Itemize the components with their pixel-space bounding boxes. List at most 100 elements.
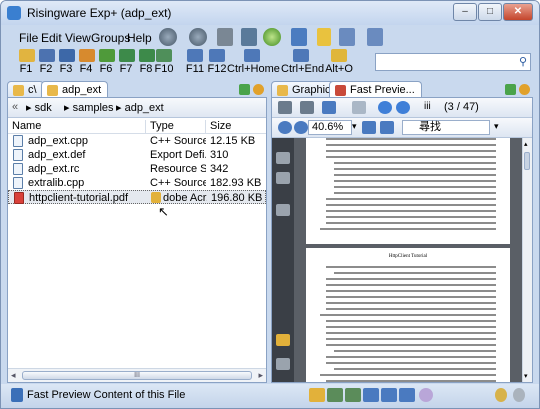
- zoom-dropdown-icon[interactable]: ▾: [352, 121, 357, 132]
- layout-2-icon[interactable]: [345, 388, 361, 402]
- zoom-field[interactable]: 40.6%: [308, 120, 352, 135]
- f7-button[interactable]: F7: [119, 49, 135, 75]
- menu-edit[interactable]: Edit: [41, 31, 62, 45]
- scroll-right-icon[interactable]: ▸: [258, 370, 263, 381]
- fit-width-icon[interactable]: [380, 121, 394, 134]
- back-icon[interactable]: [159, 28, 177, 46]
- tab-menu-icon[interactable]: [253, 84, 264, 95]
- file-size: 182.93 KB: [210, 177, 262, 189]
- menu-help[interactable]: Help: [127, 31, 152, 45]
- f10-button[interactable]: F10: [153, 49, 175, 75]
- scroll-up-icon[interactable]: ▴: [524, 140, 528, 148]
- add-tab-icon[interactable]: [505, 84, 516, 95]
- f12-button[interactable]: F12: [207, 49, 227, 75]
- panel-icon: [209, 49, 225, 62]
- bulb-status-icon[interactable]: [419, 388, 433, 402]
- layout-4-icon[interactable]: [381, 388, 397, 402]
- zoom-in-icon[interactable]: [294, 121, 308, 134]
- user-icon[interactable]: [495, 388, 507, 402]
- tools-icon[interactable]: [276, 204, 290, 216]
- forward-icon[interactable]: [189, 28, 207, 46]
- f4-button[interactable]: F4: [79, 49, 95, 75]
- alt-o-button[interactable]: Alt+O: [323, 49, 355, 75]
- new-folder-icon: [119, 49, 135, 62]
- fast-preview-icon[interactable]: [309, 388, 325, 402]
- table-row[interactable]: extralib.cpp C++ Source 182.93 KB: [8, 176, 266, 190]
- minimize-button[interactable]: –: [453, 3, 477, 21]
- pdf-sidebar: [272, 138, 294, 382]
- f2-button[interactable]: F2: [39, 49, 55, 75]
- layout-3-icon[interactable]: [363, 388, 379, 402]
- preview-pane: iii (3 / 47) 40.6% ▾ 尋找 ▾ HttpClient Tut…: [271, 97, 533, 383]
- table-row[interactable]: adp_ext.def Export Defi... 310: [8, 148, 266, 162]
- table-row-selected[interactable]: httpclient-tutorial.pdf dobe Acr... 196.…: [8, 190, 266, 204]
- menu-file[interactable]: File: [19, 31, 38, 45]
- column-name[interactable]: Name: [8, 120, 146, 133]
- attachment-icon[interactable]: [276, 358, 290, 370]
- menu-view[interactable]: View: [65, 31, 91, 45]
- scrollbar-thumb[interactable]: [524, 152, 530, 170]
- search-icon[interactable]: ⚲: [519, 55, 527, 68]
- page-field[interactable]: iii: [424, 101, 431, 112]
- table-row[interactable]: adp_ext.cpp C++ Source 12.15 KB: [8, 134, 266, 148]
- ctrl-home-button[interactable]: Ctrl+Home: [227, 49, 280, 75]
- column-size[interactable]: Size: [206, 120, 266, 133]
- print-icon[interactable]: [278, 101, 292, 114]
- breadcrumb-adp-ext[interactable]: ▸ adp_ext: [116, 101, 164, 114]
- quick-search-input[interactable]: ⚲: [375, 53, 531, 71]
- fit-icon[interactable]: [352, 101, 366, 114]
- ctrl-end-button[interactable]: Ctrl+End: [281, 49, 324, 75]
- pdf-document-view[interactable]: HttpClient Tutorial: [294, 138, 522, 382]
- rename-icon: [39, 49, 55, 62]
- share-icon[interactable]: [322, 101, 336, 114]
- breadcrumb-samples[interactable]: ▸ samples: [64, 101, 114, 114]
- find-dropdown-icon[interactable]: ▾: [494, 121, 499, 132]
- scroll-down-icon[interactable]: ▾: [524, 372, 528, 380]
- maximize-button[interactable]: □: [478, 3, 502, 21]
- layout-1-icon[interactable]: [327, 388, 343, 402]
- bulb-icon[interactable]: [317, 28, 331, 46]
- tab-menu-icon[interactable]: [519, 84, 530, 95]
- help-icon: [19, 49, 35, 62]
- view-options-icon[interactable]: [367, 28, 383, 46]
- pdf-page: HttpClient Tutorial: [306, 248, 510, 382]
- comment-icon[interactable]: [276, 334, 290, 346]
- horizontal-scrollbar[interactable]: ◂ III ▸: [8, 368, 266, 382]
- save-icon[interactable]: [300, 101, 314, 114]
- network-icon[interactable]: [241, 28, 257, 46]
- user-2-icon[interactable]: [513, 388, 525, 402]
- file-type: C++ Source: [150, 135, 206, 147]
- scroll-left-icon[interactable]: ◂: [11, 370, 16, 381]
- f11-button[interactable]: F11: [185, 49, 205, 75]
- breadcrumb-back-icon[interactable]: «: [12, 101, 18, 113]
- zoom-out-icon[interactable]: [278, 121, 292, 134]
- breadcrumb-sdk[interactable]: ▸ sdk: [26, 101, 52, 114]
- status-text: Fast Preview Content of this File: [27, 389, 186, 401]
- file-type: Export Defi...: [150, 149, 206, 161]
- f8-button[interactable]: F8: [139, 49, 155, 75]
- f6-button[interactable]: F6: [99, 49, 115, 75]
- vertical-scrollbar[interactable]: ▴ ▾: [522, 138, 532, 382]
- file-size: 310: [210, 149, 229, 161]
- bookmarks-icon[interactable]: [276, 172, 290, 184]
- copy-icon[interactable]: [291, 28, 307, 46]
- refresh-icon[interactable]: [263, 28, 281, 46]
- add-tab-icon[interactable]: [239, 84, 250, 95]
- scrollbar-thumb[interactable]: III: [22, 371, 252, 380]
- fit-page-icon[interactable]: [362, 121, 376, 134]
- close-button[interactable]: ✕: [503, 3, 533, 21]
- menu-groups[interactable]: Groups: [91, 31, 130, 45]
- layout-5-icon[interactable]: [399, 388, 415, 402]
- column-type[interactable]: Type: [146, 120, 206, 133]
- drive-icon[interactable]: [217, 28, 233, 46]
- f1-button[interactable]: F1: [19, 49, 35, 75]
- graphics-icon: [277, 85, 288, 96]
- page-up-icon[interactable]: [378, 101, 392, 114]
- find-field[interactable]: 尋找: [402, 120, 490, 135]
- layout-icon[interactable]: [339, 28, 355, 46]
- f3-button[interactable]: F3: [59, 49, 75, 75]
- info-icon: [11, 388, 23, 402]
- page-down-icon[interactable]: [396, 101, 410, 114]
- pages-icon[interactable]: [276, 152, 290, 164]
- table-row[interactable]: adp_ext.rc Resource S... 342: [8, 162, 266, 176]
